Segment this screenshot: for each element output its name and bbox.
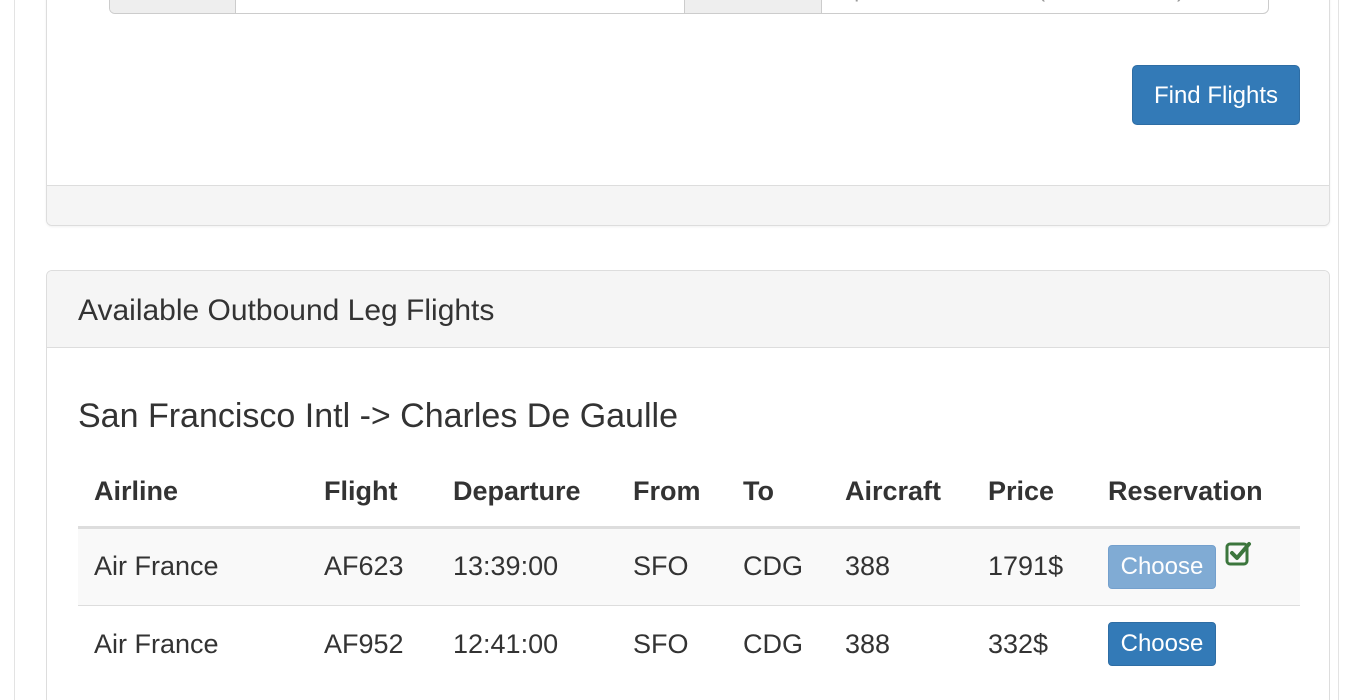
page: Leave Return Find Flights Available Outb… (0, 0, 1352, 700)
page-border-right (1338, 0, 1339, 700)
table-row: Air France AF623 13:39:00 SFO CDG 388 17… (78, 526, 1300, 605)
cell-aircraft: 388 (829, 526, 972, 605)
search-panel: Leave Return Find Flights (46, 0, 1330, 226)
leave-date-input[interactable] (236, 0, 684, 13)
date-input-group: Leave Return (109, 0, 1269, 14)
return-label: Return (684, 0, 822, 13)
cell-airline: Air France (78, 526, 308, 605)
choose-button[interactable]: Choose (1108, 622, 1216, 667)
outbound-results-panel: Available Outbound Leg Flights San Franc… (46, 270, 1330, 700)
cell-flight: AF623 (308, 526, 437, 605)
flights-table: Airline Flight Departure From To Aircraf… (78, 457, 1300, 683)
cell-departure: 12:41:00 (437, 604, 617, 683)
table-header-row: Airline Flight Departure From To Aircraf… (78, 457, 1300, 529)
column-header-from: From (617, 457, 727, 529)
column-header-price: Price (972, 457, 1092, 529)
table-row: Air France AF952 12:41:00 SFO CDG 388 33… (78, 604, 1300, 683)
column-header-departure: Departure (437, 457, 617, 529)
column-header-flight: Flight (308, 457, 437, 529)
cell-price: 332$ (972, 604, 1092, 683)
cell-price: 1791$ (972, 526, 1092, 605)
search-panel-footer (47, 185, 1329, 225)
cell-reservation: Choose (1092, 604, 1300, 683)
choose-button[interactable]: Choose (1108, 544, 1216, 589)
cell-aircraft: 388 (829, 604, 972, 683)
cell-reservation: Choose (1092, 526, 1300, 605)
cell-from: SFO (617, 604, 727, 683)
column-header-aircraft: Aircraft (829, 457, 972, 529)
column-header-reservation: Reservation (1092, 457, 1300, 529)
column-header-airline: Airline (78, 457, 308, 529)
page-border-left (14, 0, 15, 700)
cell-to: CDG (727, 604, 829, 683)
cell-airline: Air France (78, 604, 308, 683)
panel-title: Available Outbound Leg Flights (78, 294, 495, 327)
table-header: Airline Flight Departure From To Aircraf… (78, 457, 1300, 529)
route-title: San Francisco Intl -> Charles De Gaulle (78, 397, 678, 435)
cell-flight: AF952 (308, 604, 437, 683)
cell-to: CDG (727, 526, 829, 605)
cell-from: SFO (617, 526, 727, 605)
cell-departure: 13:39:00 (437, 526, 617, 605)
leave-label: Leave (110, 0, 236, 13)
check-square-icon (1224, 539, 1252, 567)
table-body: Air France AF623 13:39:00 SFO CDG 388 17… (78, 526, 1300, 683)
panel-heading: Available Outbound Leg Flights (47, 271, 1329, 348)
return-date-input[interactable] (822, 0, 1268, 13)
find-flights-button[interactable]: Find Flights (1132, 65, 1300, 125)
column-header-to: To (727, 457, 829, 529)
